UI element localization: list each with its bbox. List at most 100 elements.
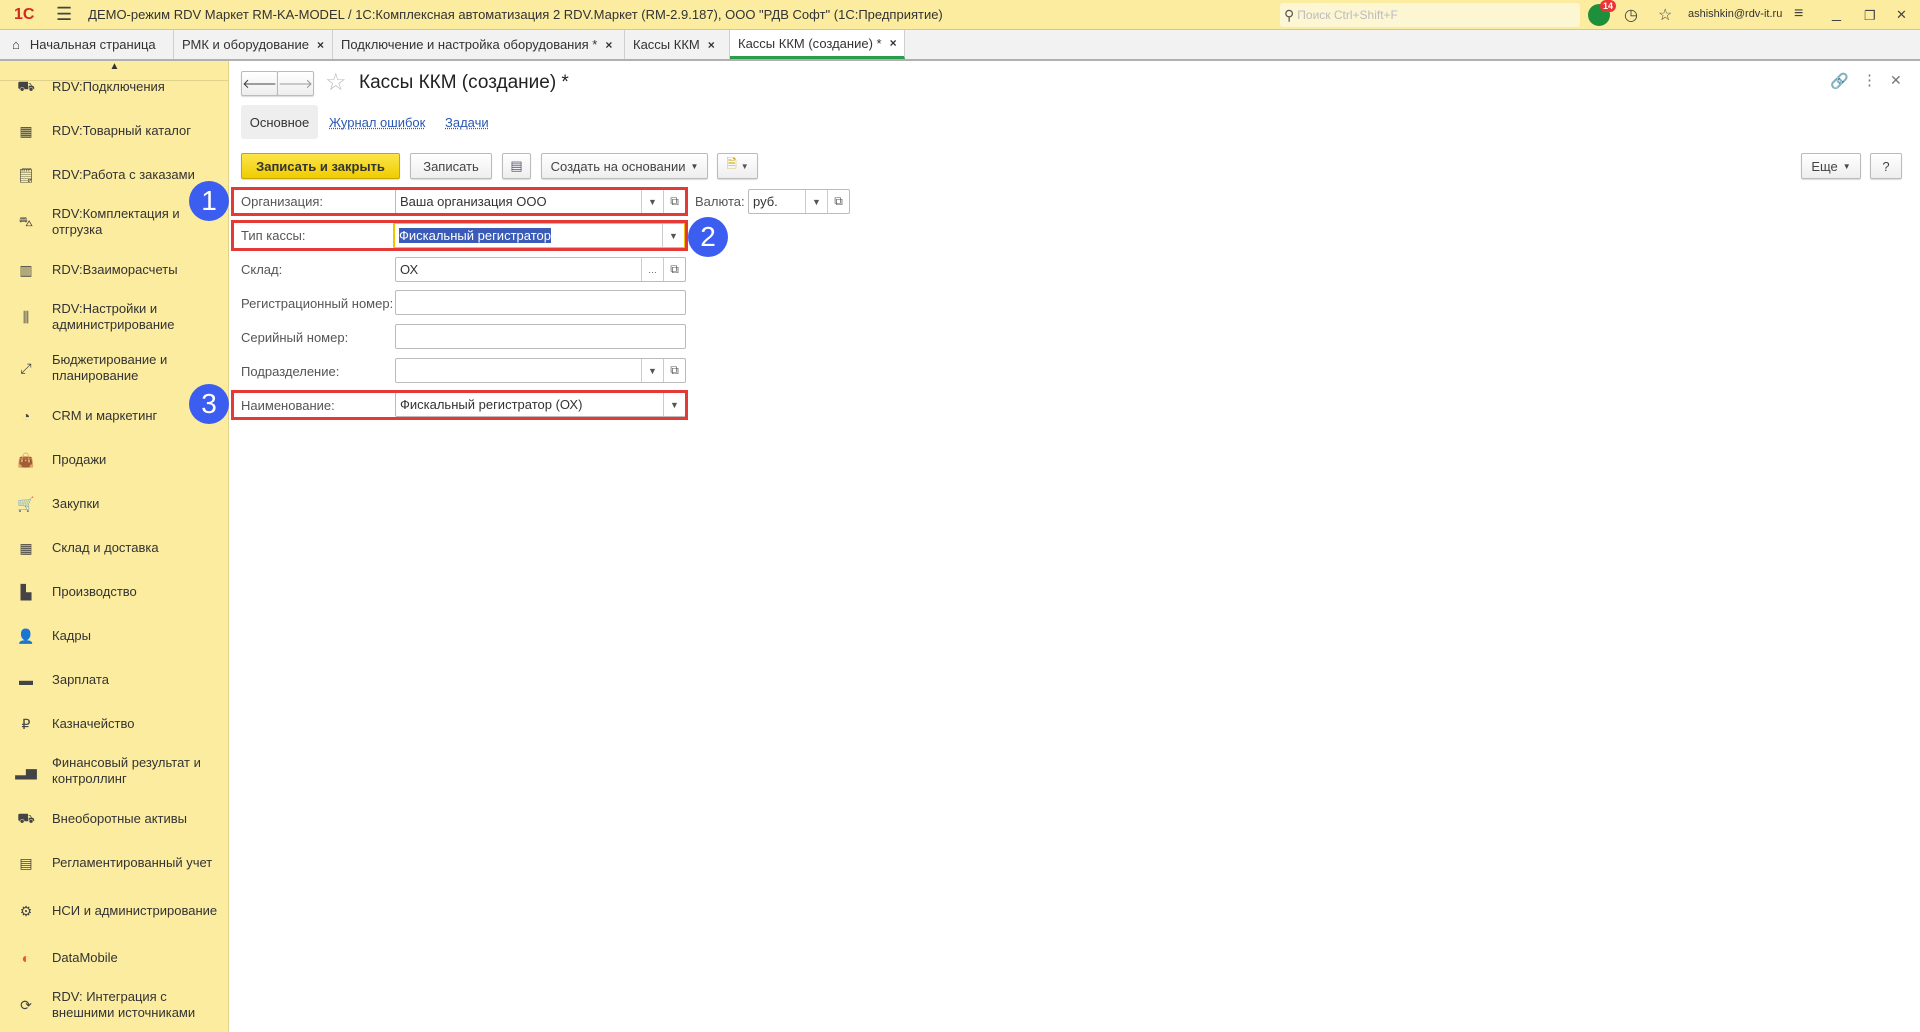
- app-title: ДЕМО-режим RDV Маркет RM-KA-MODEL / 1С:К…: [88, 7, 943, 22]
- org-label: Организация:: [241, 194, 324, 209]
- sidebar-item[interactable]: ◐ DataMobile: [0, 942, 228, 974]
- link-icon[interactable]: 🔗: [1830, 72, 1849, 90]
- org-field[interactable]: Ваша организация ООО ▼ ⧉: [395, 189, 686, 214]
- name-label: Наименование:: [241, 398, 335, 413]
- sidebar-item[interactable]: ⤢ Бюджетирование и планирование: [0, 352, 228, 384]
- minimize-icon[interactable]: _: [1832, 5, 1841, 23]
- subtab-error-log[interactable]: Журнал ошибок: [329, 115, 425, 130]
- sidebar-item[interactable]: 👜 Продажи: [0, 444, 228, 476]
- sidebar-item-label: RDV:Товарный каталог: [52, 123, 192, 138]
- tab-label: Начальная страница: [29, 37, 156, 52]
- open-icon[interactable]: ⧉: [663, 359, 685, 382]
- factory-icon: ▙: [20, 583, 32, 600]
- subtab-tasks[interactable]: Задачи: [445, 115, 489, 130]
- close-icon[interactable]: ×: [708, 38, 715, 52]
- user-name[interactable]: ashishkin@rdv-it.ru: [1688, 8, 1782, 20]
- serial-label: Серийный номер:: [241, 330, 349, 345]
- sidebar-item[interactable]: ⫼ RDV:Настройки и администрирование: [0, 301, 228, 333]
- sidebar-item[interactable]: 👤 Кадры: [0, 620, 228, 652]
- search-input[interactable]: ⚲ Поиск Ctrl+Shift+F: [1280, 3, 1580, 27]
- tab-home[interactable]: ⌂ Начальная страница: [0, 30, 174, 59]
- chevron-down-icon[interactable]: ▼: [641, 190, 663, 213]
- tab-kkm[interactable]: Кассы ККМ ×: [625, 30, 730, 59]
- tab-kkm-create[interactable]: Кассы ККМ (создание) * ×: [730, 30, 905, 59]
- button-label: Создать на основании: [550, 158, 686, 174]
- warehouse-label: Склад:: [241, 262, 283, 277]
- sidebar-item[interactable]: ▦ RDV:Товарный каталог: [0, 115, 228, 147]
- search-placeholder: Поиск Ctrl+Shift+F: [1297, 8, 1398, 22]
- create-based-on-button[interactable]: Создать на основании ▼: [541, 153, 708, 179]
- save-button[interactable]: Записать: [410, 153, 492, 179]
- close-icon[interactable]: ×: [605, 38, 612, 52]
- chevron-down-icon[interactable]: ▼: [805, 190, 827, 213]
- sidebar-item[interactable]: ▂▅ Финансовый результат и контроллинг: [0, 755, 228, 787]
- sidebar-item-label: Продажи: [52, 452, 107, 467]
- help-button[interactable]: ?: [1870, 153, 1902, 179]
- org-value: Ваша организация ООО: [400, 194, 547, 209]
- person-icon: 👤: [17, 627, 35, 644]
- search-icon: ⚲: [1284, 6, 1295, 23]
- scroll-up-button[interactable]: ▲: [0, 61, 228, 81]
- cash-type-field[interactable]: Фискальный регистратор ▼: [393, 222, 686, 249]
- history-icon[interactable]: ◷: [1624, 5, 1638, 25]
- chevron-down-icon[interactable]: ▼: [641, 359, 663, 382]
- sidebar-item-label: RDV: Интеграция с внешними источниками: [52, 989, 196, 1020]
- sidebar-item[interactable]: ₽ Казначейство: [0, 708, 228, 740]
- title-bar: 1С ☰ ДЕМО-режим RDV Маркет RM-KA-MODEL /…: [0, 0, 1920, 30]
- close-form-icon[interactable]: ✕: [1890, 72, 1902, 89]
- menu-icon[interactable]: ☰: [56, 4, 72, 25]
- open-icon[interactable]: ⧉: [663, 190, 685, 213]
- chevron-down-icon: ▼: [690, 161, 699, 171]
- sidebar-item-label: НСИ и администрирование: [52, 903, 218, 918]
- report-icon[interactable]: ▤: [502, 153, 531, 179]
- regnum-label: Регистрационный номер:: [241, 296, 394, 311]
- warehouse-field[interactable]: ОХ … ⧉: [395, 257, 686, 282]
- chevron-down-icon: ▼: [1842, 161, 1851, 171]
- sidebar-item[interactable]: ▥ RDV:Взаиморасчеты: [0, 254, 228, 286]
- more-actions-icon[interactable]: ⋮: [1862, 71, 1877, 89]
- currency-field[interactable]: руб. ▼ ⧉: [748, 189, 850, 214]
- close-icon[interactable]: ×: [890, 36, 897, 50]
- sidebar-item[interactable]: ▦ Склад и доставка: [0, 532, 228, 564]
- forward-button[interactable]: 🡒: [277, 71, 314, 96]
- sidebar-item[interactable]: ⛟ Внеоборотные активы: [0, 803, 228, 835]
- home-icon: ⌂: [12, 37, 20, 52]
- close-window-icon[interactable]: ✕: [1896, 7, 1907, 23]
- tab-equipment[interactable]: Подключение и настройка оборудования * ×: [333, 30, 625, 59]
- select-ellipsis-icon[interactable]: …: [641, 258, 663, 281]
- catalog-icon: ▦: [19, 122, 33, 139]
- cash-type-label: Тип кассы:: [241, 228, 306, 243]
- sidebar-item-label: Регламентированный учет: [52, 855, 213, 870]
- open-icon[interactable]: ⧉: [663, 258, 685, 281]
- sidebar-item[interactable]: ⟳ RDV: Интеграция с внешними источниками: [0, 989, 228, 1021]
- attachments-dropdown-button[interactable]: 🗎 ▼: [717, 153, 758, 179]
- open-icon[interactable]: ⧉: [827, 190, 849, 213]
- sidebar-item[interactable]: ▤ Регламентированный учет: [0, 847, 228, 879]
- sidebar-item-label: RDV:Работа с заказами: [52, 167, 195, 182]
- restore-icon[interactable]: ❐: [1864, 8, 1876, 24]
- chevron-down-icon[interactable]: ▼: [662, 224, 684, 247]
- subtab-label: Основное: [249, 114, 310, 130]
- sidebar-item[interactable]: ▙ Производство: [0, 576, 228, 608]
- more-button[interactable]: Еще ▼: [1801, 153, 1861, 179]
- favorite-star-icon[interactable]: ☆: [325, 68, 347, 97]
- sidebar-item[interactable]: ⚙ НСИ и администрирование: [0, 895, 228, 927]
- settings-menu-icon[interactable]: ≡: [1794, 5, 1803, 23]
- regnum-field[interactable]: [395, 290, 686, 315]
- sidebar-item[interactable]: ▬ Зарплата: [0, 664, 228, 696]
- favorites-star-icon[interactable]: ☆: [1658, 5, 1672, 25]
- sidebar-item-label: Казначейство: [52, 716, 135, 731]
- tab-rmk[interactable]: РМК и оборудование ×: [174, 30, 333, 59]
- calculator-icon: ▥: [19, 261, 33, 278]
- sidebar-item[interactable]: 🛒 Закупки: [0, 488, 228, 520]
- bag-icon: 👜: [17, 451, 35, 468]
- chevron-down-icon[interactable]: ▼: [663, 393, 685, 416]
- cart-icon: 🛒: [17, 495, 35, 512]
- name-field[interactable]: Фискальный регистратор (ОХ) ▼: [395, 392, 686, 417]
- save-and-close-button[interactable]: Записать и закрыть: [241, 153, 400, 179]
- subtab-main[interactable]: Основное: [241, 105, 318, 139]
- back-button[interactable]: 🡐: [241, 71, 278, 96]
- close-icon[interactable]: ×: [317, 38, 324, 52]
- serial-field[interactable]: [395, 324, 686, 349]
- division-field[interactable]: ▼ ⧉: [395, 358, 686, 383]
